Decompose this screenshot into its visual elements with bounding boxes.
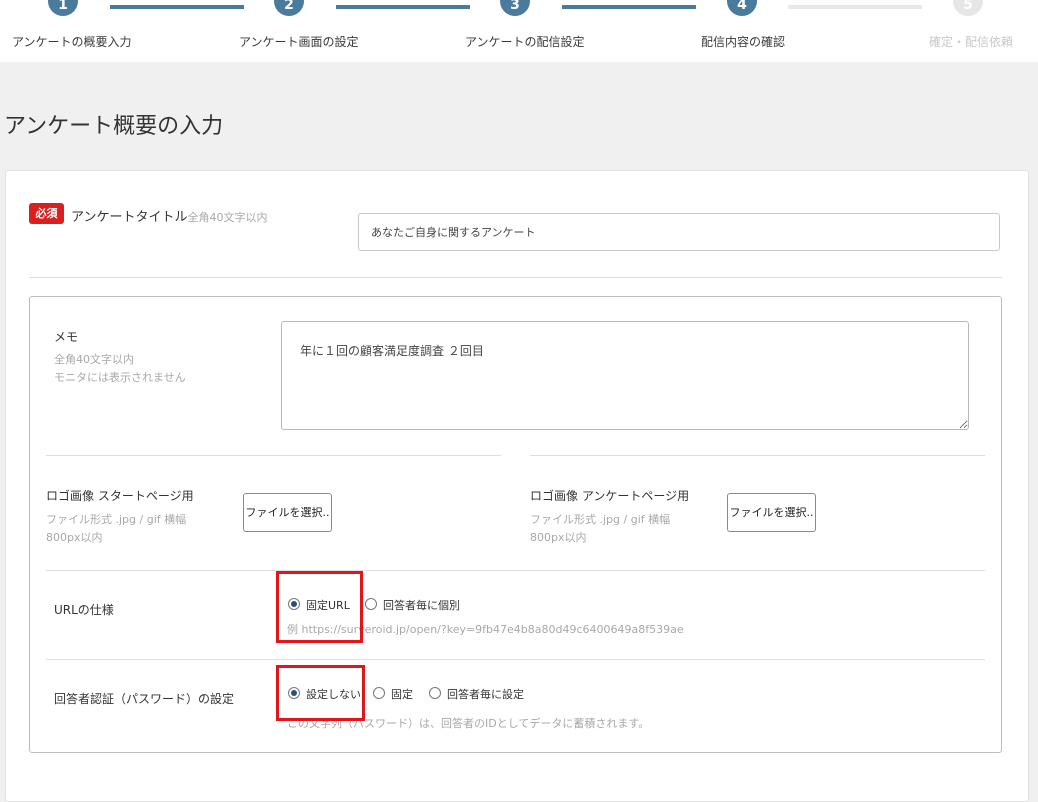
step-1-label[interactable]: アンケートの概要入力 [12, 33, 132, 50]
divider [46, 455, 501, 456]
survey-title-note: 全角40文字以内 [187, 211, 268, 224]
step-1-circle[interactable]: 1 [48, 0, 78, 16]
divider [29, 277, 1002, 278]
highlight-box [276, 665, 365, 721]
step-3-circle[interactable]: 3 [500, 0, 530, 16]
memo-label: メモ [54, 330, 79, 344]
divider [46, 570, 985, 571]
logo-start-note-format: ファイル形式 .jpg / gif 横幅 [46, 513, 187, 526]
required-badge: 必須 [29, 203, 64, 224]
step-2-circle[interactable]: 2 [274, 0, 304, 16]
url-spec-label: URLの仕様 [54, 603, 114, 617]
memo-textarea[interactable]: 年に１回の顧客満足度調査 ２回目 [281, 321, 969, 430]
step-4-circle[interactable]: 4 [727, 0, 757, 16]
step-5-label: 確定・配信依頼 [929, 35, 1014, 49]
survey-title-label: アンケートタイトル [71, 210, 188, 225]
logo-survey-note-width: 800px以内 [530, 531, 587, 544]
divider [530, 455, 985, 456]
divider [46, 659, 985, 660]
step-connector-3-4 [562, 5, 696, 9]
auth-label: 回答者認証（パスワード）の設定 [54, 692, 235, 706]
step-connector-1-2 [110, 5, 244, 9]
auth-fixed-option-label[interactable]: 固定 [391, 686, 413, 702]
step-5-circle: 5 [953, 0, 983, 16]
step-3-label[interactable]: アンケートの配信設定 [465, 33, 585, 50]
survey-title-input[interactable] [358, 213, 1000, 251]
step-connector-4-5 [788, 5, 922, 9]
step-connector-2-3 [336, 5, 470, 9]
survey-title-label-group: アンケートタイトル全角40文字以内 [71, 206, 267, 227]
logo-start-label: ロゴ画像 スタートページ用 [46, 489, 194, 503]
logo-start-file-button[interactable]: ファイルを選択.. [243, 493, 332, 532]
auth-per-respondent-radio[interactable] [429, 687, 441, 699]
memo-note-visibility: モニタには表示されません [54, 371, 186, 384]
logo-survey-label: ロゴ画像 アンケートページ用 [530, 489, 690, 503]
auth-per-respondent-option-label[interactable]: 回答者毎に設定 [447, 686, 524, 702]
auth-fixed-radio[interactable] [373, 687, 385, 699]
highlight-box [276, 571, 363, 643]
url-individual-option-label[interactable]: 回答者毎に個別 [383, 597, 460, 613]
logo-survey-note-format: ファイル形式 .jpg / gif 横幅 [530, 513, 671, 526]
progress-stepper: 1 2 3 4 5 アンケートの概要入力 アンケート画面の設定 アンケートの配信… [0, 0, 1038, 62]
logo-start-note-width: 800px以内 [46, 531, 103, 544]
page-title: アンケート概要の入力 [4, 114, 224, 139]
logo-survey-file-button[interactable]: ファイルを選択.. [727, 493, 816, 532]
step-2-label[interactable]: アンケート画面の設定 [239, 33, 359, 50]
url-individual-radio[interactable] [365, 598, 377, 610]
step-4-label[interactable]: 配信内容の確認 [701, 33, 785, 50]
memo-note-length: 全角40文字以内 [54, 353, 134, 366]
